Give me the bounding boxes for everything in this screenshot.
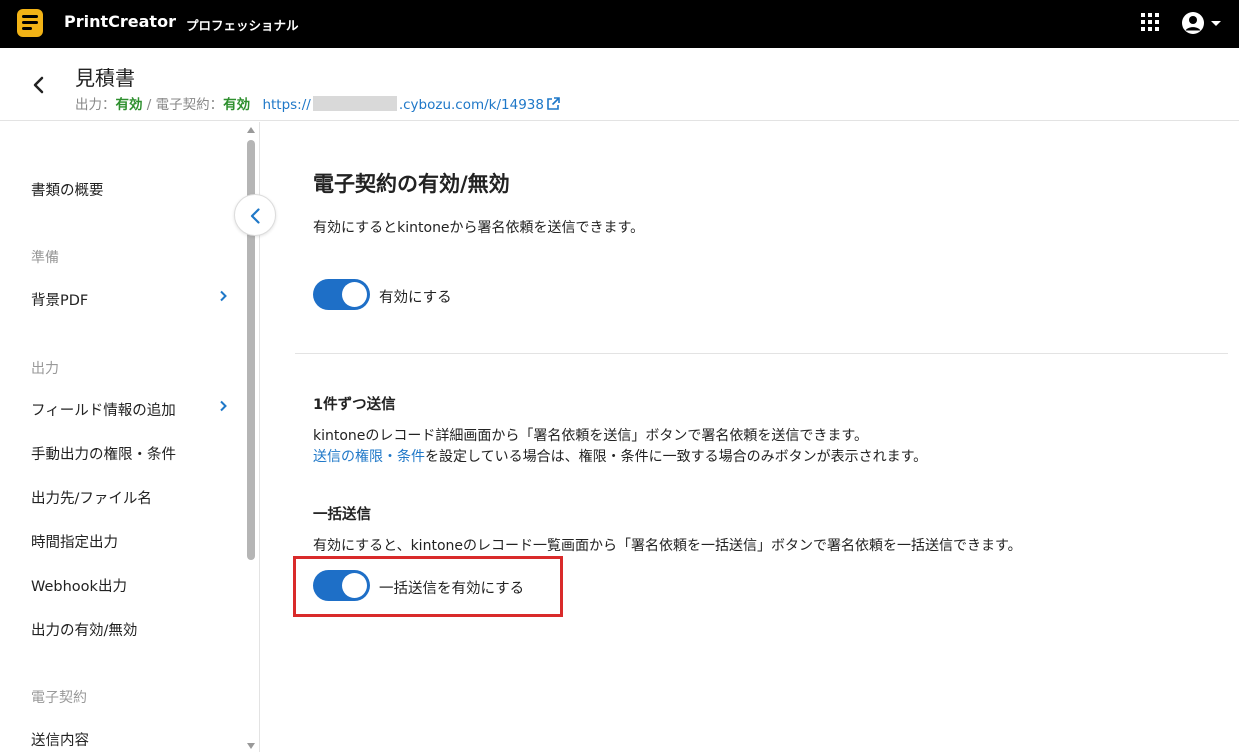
external-link-icon [547,97,560,110]
chevron-left-icon [250,208,260,224]
single-send-description: kintoneのレコード詳細画面から「署名依頼を送信」ボタンで署名依頼を送信でき… [313,428,869,444]
status-line: 出力：有効 / 電子契約：有効 https://.cybozu.com/k/14… [75,93,560,113]
scroll-down-arrow-icon[interactable] [246,742,256,750]
single-send-note: 送信の権限・条件を設定している場合は、権限・条件に一致する場合のみボタンが表示さ… [313,446,927,466]
esign-status-label: 電子契約： [155,97,224,113]
sidebar-item-scheduled[interactable]: 時間指定出力 [31,531,118,552]
sidebar-section-prep: 準備 [31,250,59,266]
esign-enable-label: 有効にする [379,290,452,306]
sidebar-nav: 書類の概要 準備 背景PDF 出力 フィールド情報の追加 手動出力の権限・条件 … [0,122,260,752]
sidebar-item-webhook[interactable]: Webhook出力 [31,575,127,596]
sidebar-item-output-toggle[interactable]: 出力の有効/無効 [31,619,137,640]
bulk-send-heading: 一括送信 [313,507,371,523]
sidebar-item-bg-pdf[interactable]: 背景PDF [31,289,88,310]
single-send-heading: 1件ずつ送信 [313,397,396,413]
output-status-label: 出力： [75,97,116,113]
sidebar-section-output: 出力 [31,361,59,377]
chevron-right-icon[interactable] [218,290,228,302]
sidebar-collapse-button[interactable] [234,194,276,236]
esign-enable-toggle[interactable] [313,279,370,310]
sidebar-item-field-info[interactable]: フィールド情報の追加 [31,399,176,420]
highlight-box [293,556,563,617]
scroll-up-arrow-icon[interactable] [246,126,256,134]
printcreator-logo-icon[interactable] [16,8,44,38]
esign-status-value: 有効 [223,97,251,113]
single-send-note-text: を設定している場合は、権限・条件に一致する場合のみボタンが表示されます。 [425,449,928,465]
section-title: 電子契約の有効/無効 [313,172,510,196]
url-prefix: https:// [262,97,311,113]
document-header: 見積書 出力：有効 / 電子契約：有効 https://.cybozu.com/… [0,48,1239,121]
sidebar-section-esign: 電子契約 [31,690,87,706]
app-brand: PrintCreator [64,12,176,31]
sidebar-item-overview[interactable]: 書類の概要 [31,179,104,200]
app-url-link[interactable]: https:// .cybozu.com/k/14938 [262,96,560,113]
account-circle-icon [1182,12,1204,34]
edition-label: プロフェッショナル [186,18,299,33]
section-description: 有効にするとkintoneから署名依頼を送信できます。 [313,220,645,236]
divider [295,353,1228,354]
url-suffix: .cybozu.com/k/14938 [398,97,544,113]
bulk-send-description: 有効にすると、kintoneのレコード一覧画面から「署名依頼を一括送信」ボタンで… [313,538,1022,554]
sidebar-item-manual-output[interactable]: 手動出力の権限・条件 [31,443,176,464]
back-arrow-icon[interactable] [26,72,52,98]
redacted-subdomain [312,96,397,111]
chevron-right-icon[interactable] [218,400,228,412]
sidebar-item-send-content[interactable]: 送信内容 [31,729,89,750]
send-permission-link[interactable]: 送信の権限・条件 [313,449,425,465]
apps-grid-icon[interactable] [1141,13,1159,31]
output-status-value: 有効 [115,97,143,113]
top-bar: PrintCreator プロフェッショナル [0,0,1239,48]
account-menu-button[interactable] [1181,10,1225,36]
page-title: 見積書 [75,66,135,90]
toggle-knob [342,282,367,307]
sidebar-item-destination[interactable]: 出力先/ファイル名 [31,487,152,508]
status-separator: / [142,97,156,113]
caret-down-icon [1211,21,1221,26]
